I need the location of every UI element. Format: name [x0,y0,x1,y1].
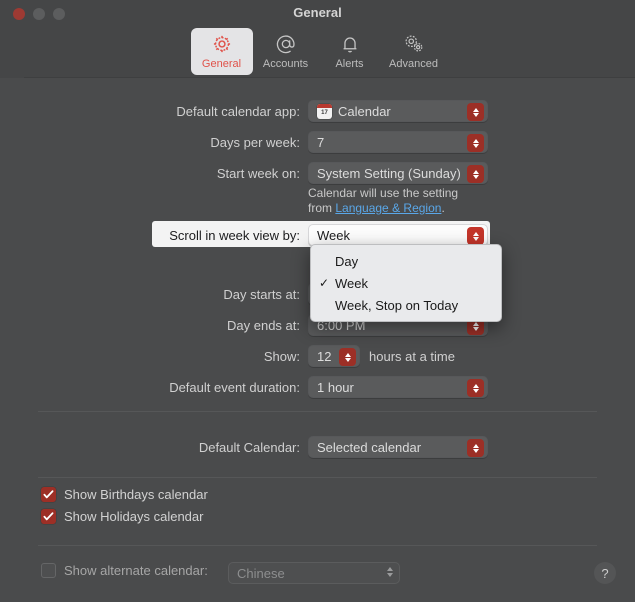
chevron-up-down-icon[interactable] [467,439,484,457]
menu-check-icon: ✓ [318,276,330,290]
hint-line-2: from Language & Region. [308,201,538,216]
default-calendar-label: Default Calendar: [198,439,300,455]
show-hours-label: Show: [263,348,300,364]
tab-general[interactable]: General [190,28,253,75]
title-bar: General [0,0,635,28]
menu-item-week[interactable]: ✓ Week [311,272,501,294]
hint-line-2-prefix: from [308,201,336,215]
scroll-week-view-menu[interactable]: Day ✓ Week Week, Stop on Today [310,244,502,322]
default-calendar-app-label: Default calendar app: [176,103,300,119]
row-days-per-week: Days per week: 7 [160,131,490,153]
calendar-app-icon-day: 17 [321,110,328,116]
preferences-window: General General Accounts Alerts Advanced… [0,0,635,602]
divider-1 [38,411,597,412]
language-region-link[interactable]: Language & Region [335,201,441,215]
tab-accounts-label: Accounts [262,58,309,70]
start-week-on-select[interactable]: System Setting (Sunday) [308,162,488,184]
menu-item-week-stop-on-today-label: Week, Stop on Today [335,297,459,313]
menu-item-week-label: Week [335,275,368,291]
chevron-up-down-icon [387,567,393,577]
show-hours-suffix: hours at a time [369,348,455,364]
tab-advanced-label: Advanced [389,58,438,70]
default-event-duration-value: 1 hour [317,379,354,395]
checkbox-show-alternate-calendar-label: Show alternate calendar: [64,563,208,578]
alternate-calendar-select[interactable]: Chinese [228,562,400,584]
row-default-event-duration: Default event duration: 1 hour [150,376,490,398]
help-button[interactable]: ? [594,562,616,584]
days-per-week-value: 7 [317,134,325,150]
chevron-up-down-icon[interactable] [467,165,484,183]
checkbox-checked-icon [41,509,56,524]
scroll-week-view-label: Scroll in week view by: [169,227,300,243]
general-pane: Default calendar app: 17 Calendar Days p… [0,78,635,602]
tab-alerts[interactable]: Alerts [319,28,381,75]
day-starts-at-label: Day starts at: [223,286,300,302]
divider-2 [38,477,597,478]
preferences-toolbar: General Accounts Alerts Advanced [0,28,635,78]
checkbox-show-holidays[interactable]: Show Holidays calendar [41,509,203,524]
start-week-on-label: Start week on: [216,165,300,181]
show-hours-stepper[interactable]: 12 [308,345,360,367]
checkbox-show-alternate-calendar[interactable]: Show alternate calendar: [41,563,208,578]
gear-icon [211,32,233,56]
menu-item-day-label: Day [335,253,359,269]
checkbox-checked-icon [41,487,56,502]
show-hours-value: 12 [317,348,332,364]
checkbox-unchecked-icon [41,563,56,578]
tab-general-label: General [201,58,242,70]
chevron-up-down-icon[interactable] [467,227,484,245]
gears-icon [402,32,426,56]
day-ends-at-label: Day ends at: [227,317,300,333]
default-event-duration-select[interactable]: 1 hour [308,376,488,398]
row-show-hours: Show: 12 hours at a time [160,345,490,367]
row-scroll-week-view: Scroll in week view by: Week [160,224,490,246]
row-start-week-on: Start week on: System Setting (Sunday) [160,162,490,184]
checkbox-show-birthdays[interactable]: Show Birthdays calendar [41,487,208,502]
window-title: General [293,5,342,20]
tab-alerts-label: Alerts [335,58,364,70]
hint-line-1: Calendar will use the setting [308,186,459,200]
chevron-up-down-icon[interactable] [339,348,356,366]
days-per-week-select[interactable]: 7 [308,131,488,153]
checkbox-show-holidays-label: Show Holidays calendar [64,509,204,524]
help-button-label: ? [601,565,609,581]
default-calendar-value: Selected calendar [317,439,422,455]
tab-advanced[interactable]: Advanced [383,28,445,75]
chevron-up-down-icon[interactable] [467,134,484,152]
row-default-calendar: Default Calendar: Selected calendar [160,436,490,458]
chevron-up-down-icon[interactable] [467,103,484,121]
default-event-duration-label: Default event duration: [169,379,300,395]
scroll-week-view-select[interactable]: Week [308,224,488,246]
chevron-up-down-icon[interactable] [467,379,484,397]
checkbox-show-birthdays-label: Show Birthdays calendar [64,487,208,502]
days-per-week-label: Days per week: [210,134,300,150]
row-default-calendar-app: Default calendar app: 17 Calendar [160,100,490,122]
start-week-on-hint: Calendar will use the setting from Langu… [308,186,538,216]
default-calendar-app-select[interactable]: 17 Calendar [308,100,488,122]
tab-accounts[interactable]: Accounts [255,28,317,75]
scroll-week-view-value: Week [317,227,350,243]
calendar-app-icon: 17 [317,103,332,119]
start-week-on-value: System Setting (Sunday) [317,165,461,181]
divider-3 [38,545,597,546]
default-calendar-select[interactable]: Selected calendar [308,436,488,458]
alternate-calendar-value: Chinese [237,565,285,581]
bell-icon [339,32,361,56]
default-calendar-app-value: Calendar [338,103,391,119]
at-sign-icon [275,32,297,56]
menu-item-week-stop-on-today[interactable]: Week, Stop on Today [311,294,501,316]
hint-line-2-suffix: . [441,201,445,215]
menu-item-day[interactable]: Day [311,250,501,272]
